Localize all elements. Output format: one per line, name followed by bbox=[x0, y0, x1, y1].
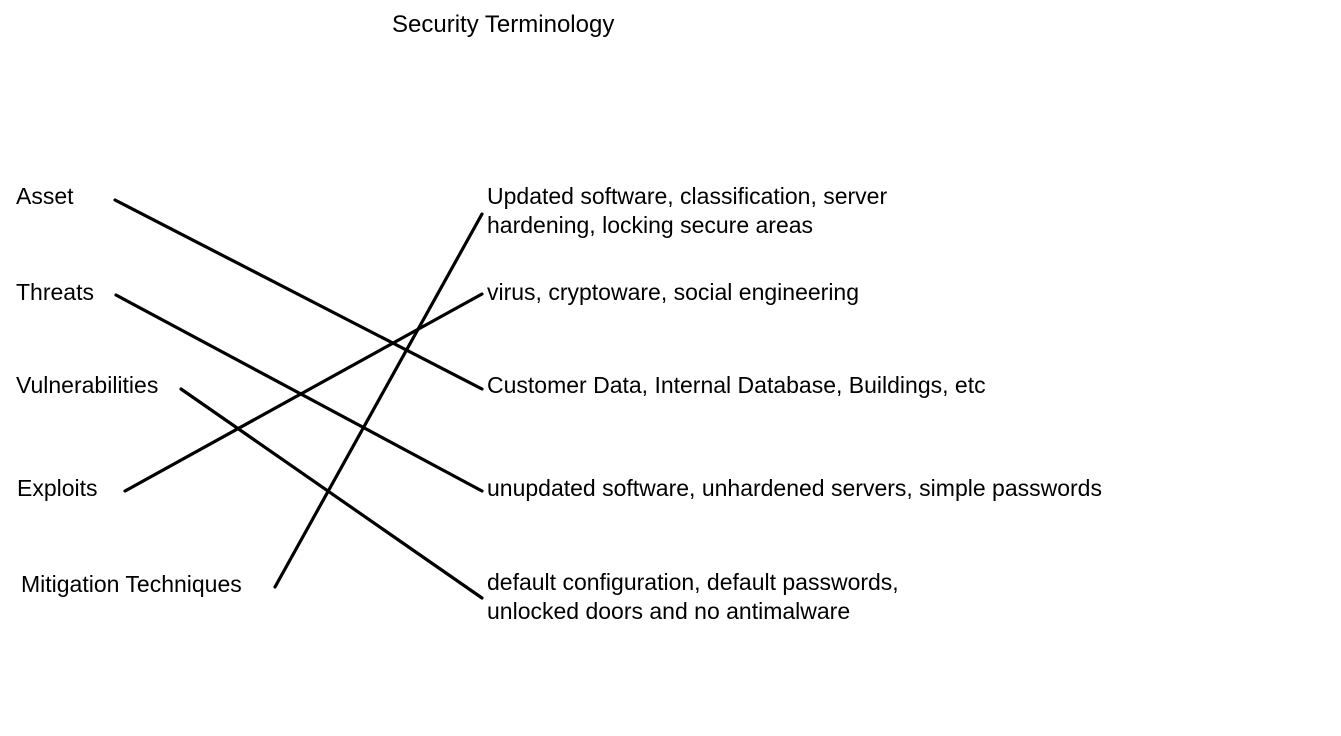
definition-mitigation: Updated software, classification, server… bbox=[487, 182, 887, 240]
link-mitigation-techniques bbox=[273, 212, 484, 589]
definition-line: unupdated software, unhardened servers, … bbox=[487, 475, 1102, 501]
term-asset: Asset bbox=[16, 183, 74, 209]
definition-exploits: virus, cryptoware, social engineering bbox=[487, 278, 859, 307]
definition-threats: unupdated software, unhardened servers, … bbox=[487, 474, 1102, 503]
definition-line: Updated software, classification, server bbox=[487, 183, 888, 209]
link-exploits bbox=[123, 292, 484, 493]
definition-asset: Customer Data, Internal Database, Buildi… bbox=[487, 371, 986, 400]
term-threats: Threats bbox=[16, 279, 94, 305]
link-threats bbox=[114, 293, 484, 493]
term-vulnerabilities: Vulnerabilities bbox=[16, 372, 159, 398]
definition-line: Customer Data, Internal Database, Buildi… bbox=[487, 372, 986, 398]
definition-vulnerabilities: default configuration, default passwords… bbox=[487, 568, 899, 626]
definition-line: hardening, locking secure areas bbox=[487, 212, 814, 238]
diagram-title: Security Terminology bbox=[392, 11, 615, 38]
definition-line: default configuration, default passwords… bbox=[487, 569, 899, 595]
link-asset bbox=[113, 198, 484, 391]
term-mitigation-techniques: Mitigation Techniques bbox=[21, 571, 242, 597]
definition-line: virus, cryptoware, social engineering bbox=[487, 279, 860, 305]
definition-line: unlocked doors and no antimalware bbox=[487, 598, 851, 624]
term-exploits: Exploits bbox=[17, 475, 98, 501]
link-vulnerabilities bbox=[179, 387, 484, 600]
